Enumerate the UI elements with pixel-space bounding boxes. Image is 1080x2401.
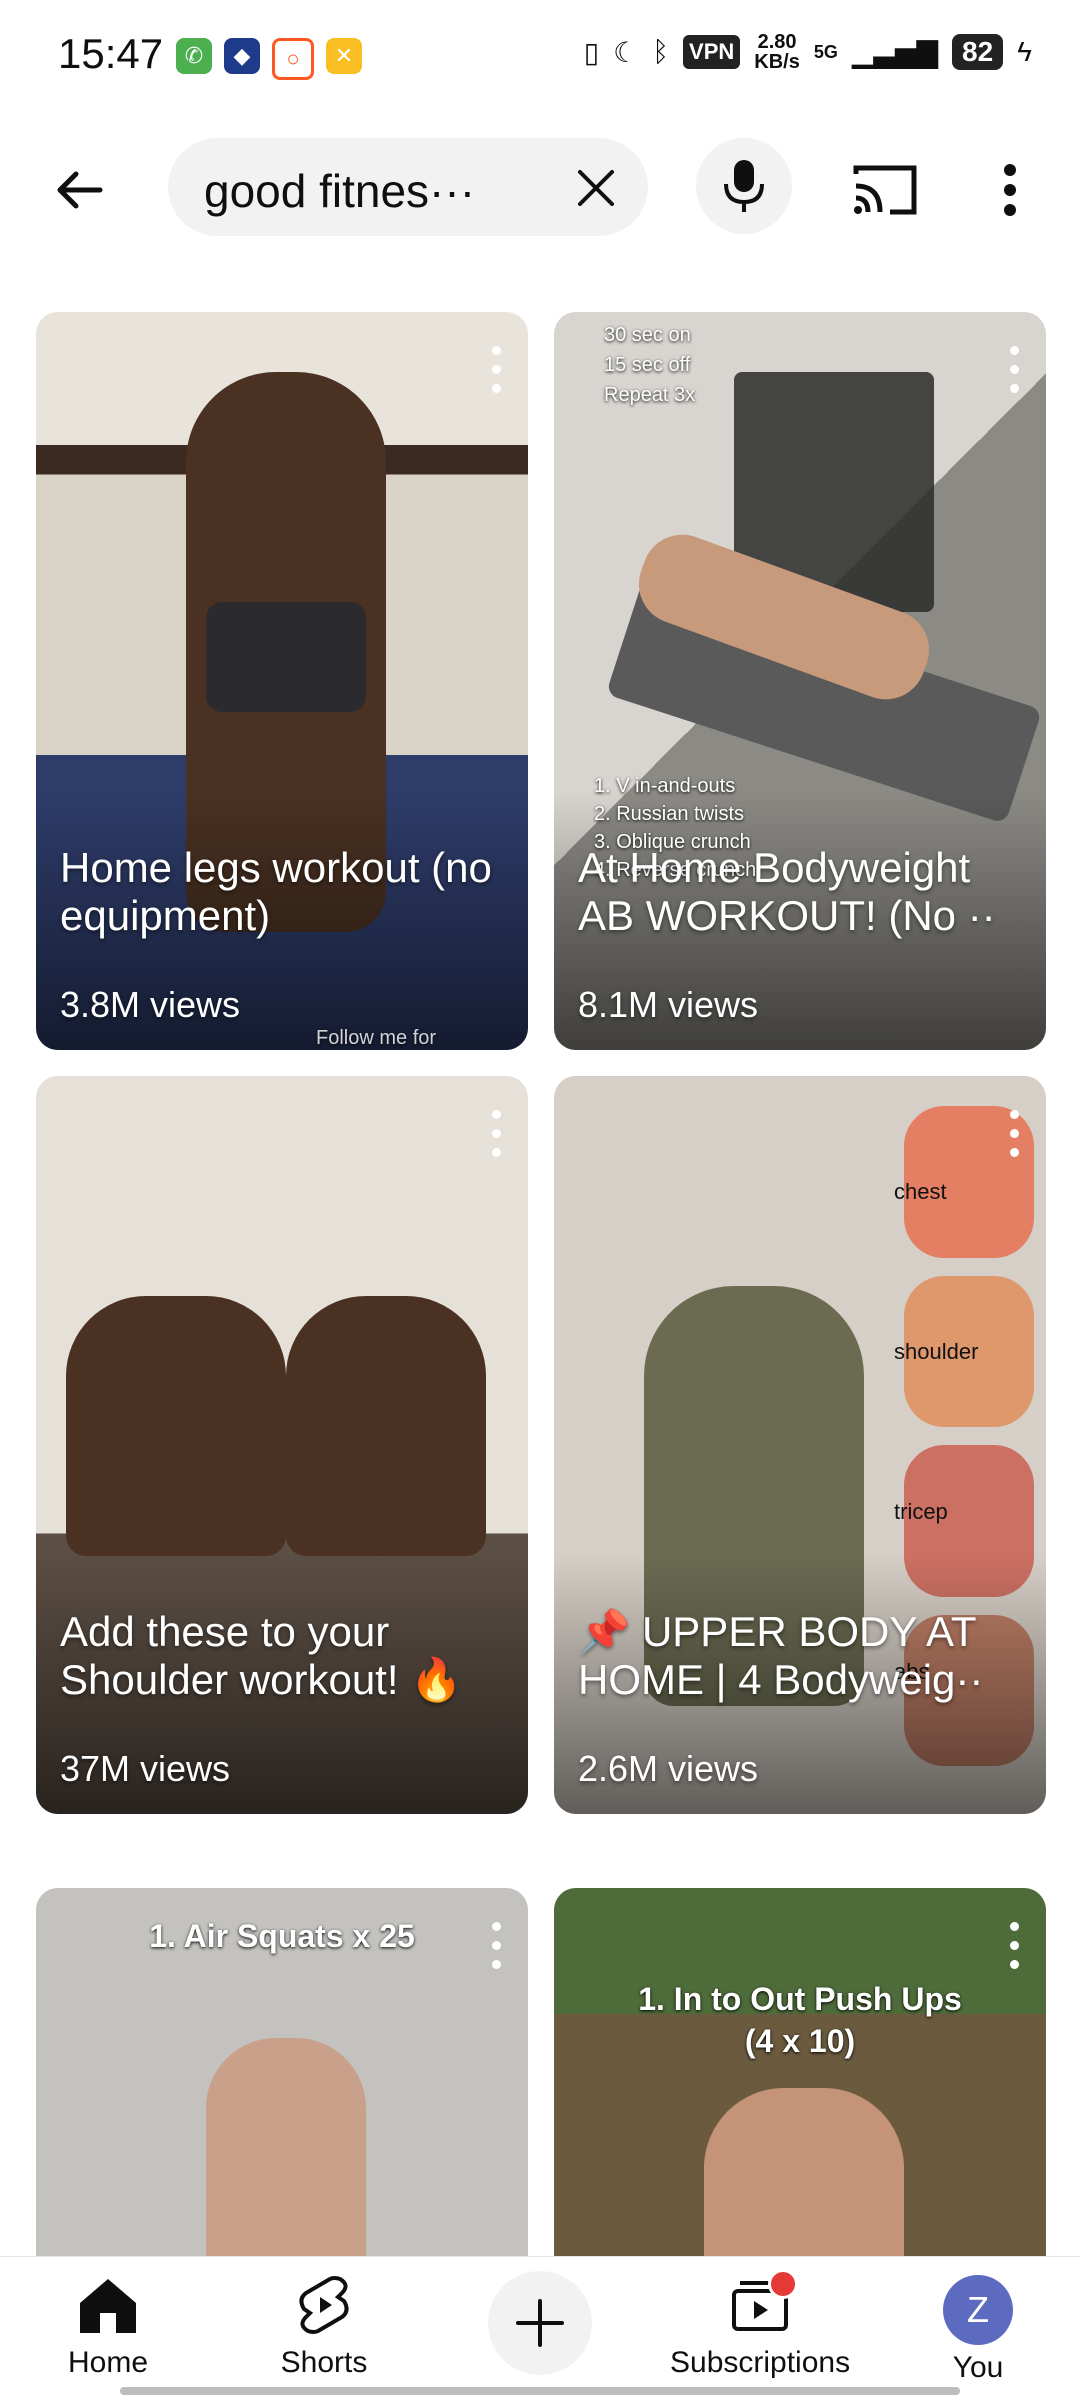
nav-you[interactable]: Z You [888, 2275, 1068, 2385]
short-views: 8.1M views [578, 984, 759, 1025]
vibrate-icon: ▯ [583, 36, 600, 68]
app-notification-icon: ✆ [176, 38, 212, 74]
tools-app-icon: ✕ [326, 38, 362, 74]
short-card[interactable]: Add these to your Shoulder workout! 🔥 37… [36, 1076, 528, 1814]
short-card[interactable]: chest shoulder tricep abs 📌 UPPER BODY A… [554, 1076, 1046, 1814]
vpn-badge: VPN [683, 35, 741, 69]
network-type: 5G [813, 41, 838, 62]
bottom-navigation: Home Shorts Subscriptions Z You [0, 2256, 1080, 2401]
charging-icon: ϟ [1017, 36, 1032, 67]
workout-timing-text: 30 sec on 15 sec off Repeat 3x [604, 324, 696, 406]
search-input[interactable]: good fitnes··· [168, 138, 648, 236]
cast-icon[interactable] [850, 160, 920, 220]
nav-subscriptions-label: Subscriptions [670, 2346, 851, 2379]
card-more-icon[interactable] [1004, 346, 1024, 402]
card-more-icon[interactable] [486, 346, 506, 402]
short-title: Home legs workout (no equipment) [60, 844, 492, 939]
status-bar: 15:47 ✆ ◆ ○ ✕ ▯ ☾ ᛒ VPN 2.80 KB/s 5G ▁▃▅… [0, 0, 1080, 110]
back-arrow-icon[interactable] [50, 160, 110, 220]
card-more-icon[interactable] [1004, 1922, 1024, 1978]
status-right: ▯ ☾ ᛒ VPN 2.80 KB/s 5G ▁▃▅▇ 82 ϟ [584, 32, 1032, 72]
clear-search-icon[interactable] [568, 160, 624, 216]
card-more-icon[interactable] [486, 1922, 506, 1978]
avatar: Z [943, 2275, 1013, 2345]
bluetooth-icon: ᛒ [652, 36, 670, 67]
notification-icons: ✆ ◆ ○ ✕ [176, 38, 362, 80]
nav-home[interactable]: Home [18, 2275, 198, 2380]
home-icon [80, 2279, 136, 2333]
microphone-icon [724, 160, 764, 212]
nav-you-label: You [952, 2351, 1004, 2384]
voice-search-button[interactable] [696, 138, 792, 234]
card-more-icon[interactable] [1004, 1110, 1024, 1166]
more-options-icon[interactable] [990, 160, 1030, 220]
thumbnail-shorts [206, 602, 366, 712]
short-card[interactable]: Follow me for Home legs workout (no equi… [36, 312, 528, 1050]
exercise-caption: 1. In to Out Push Ups (4 x 10) [638, 1981, 962, 2059]
circle-app-icon: ○ [272, 38, 314, 80]
short-views: 2.6M views [578, 1748, 759, 1789]
short-title: 📌 UPPER BODY AT HOME | 4 Bodyweig·· [578, 1608, 984, 1703]
network-speed: 2.80 KB/s [754, 32, 800, 72]
short-views: 3.8M views [60, 984, 241, 1025]
notification-dot [768, 2269, 798, 2299]
speed-value: 2.80 [757, 31, 797, 53]
shorts-icon [299, 2276, 349, 2334]
create-button[interactable] [488, 2271, 592, 2375]
thumbnail-person [286, 1296, 486, 1556]
watermark-text: Follow me for [316, 1027, 437, 1049]
nav-shorts[interactable]: Shorts [234, 2275, 414, 2380]
subscriptions-icon-wrap [728, 2269, 798, 2340]
status-time: 15:47 [58, 30, 164, 77]
nav-subscriptions[interactable]: Subscriptions [670, 2269, 851, 2380]
cat-app-icon: ◆ [224, 38, 260, 74]
short-card[interactable]: 1. In to Out Push Ups (4 x 10) [554, 1888, 1046, 2308]
signal-icon: ▁▃▅▇ [851, 36, 939, 68]
short-card[interactable]: 30 sec on 15 sec off Repeat 3x 1. V in-a… [554, 312, 1046, 1050]
search-query[interactable]: good fitnes··· [204, 164, 524, 218]
nav-shorts-label: Shorts [280, 2346, 368, 2379]
card-more-icon[interactable] [486, 1110, 506, 1166]
exercise-caption: 1. Air Squats x 25 [149, 1918, 415, 1954]
gesture-bar [120, 2387, 960, 2395]
search-header: good fitnes··· [0, 130, 1080, 250]
short-views: 37M views [60, 1748, 231, 1789]
battery-level: 82 [952, 34, 1004, 70]
thumbnail-person [66, 1296, 286, 1556]
plus-icon [516, 2299, 564, 2347]
nav-home-label: Home [67, 2346, 149, 2379]
short-card[interactable]: 1. Air Squats x 25 [36, 1888, 528, 2308]
moon-icon: ☾ [613, 36, 639, 68]
speed-unit: KB/s [754, 51, 800, 73]
short-title: At Home Bodyweight AB WORKOUT! (No ·· [578, 844, 996, 939]
short-title: Add these to your Shoulder workout! 🔥 [60, 1608, 463, 1703]
